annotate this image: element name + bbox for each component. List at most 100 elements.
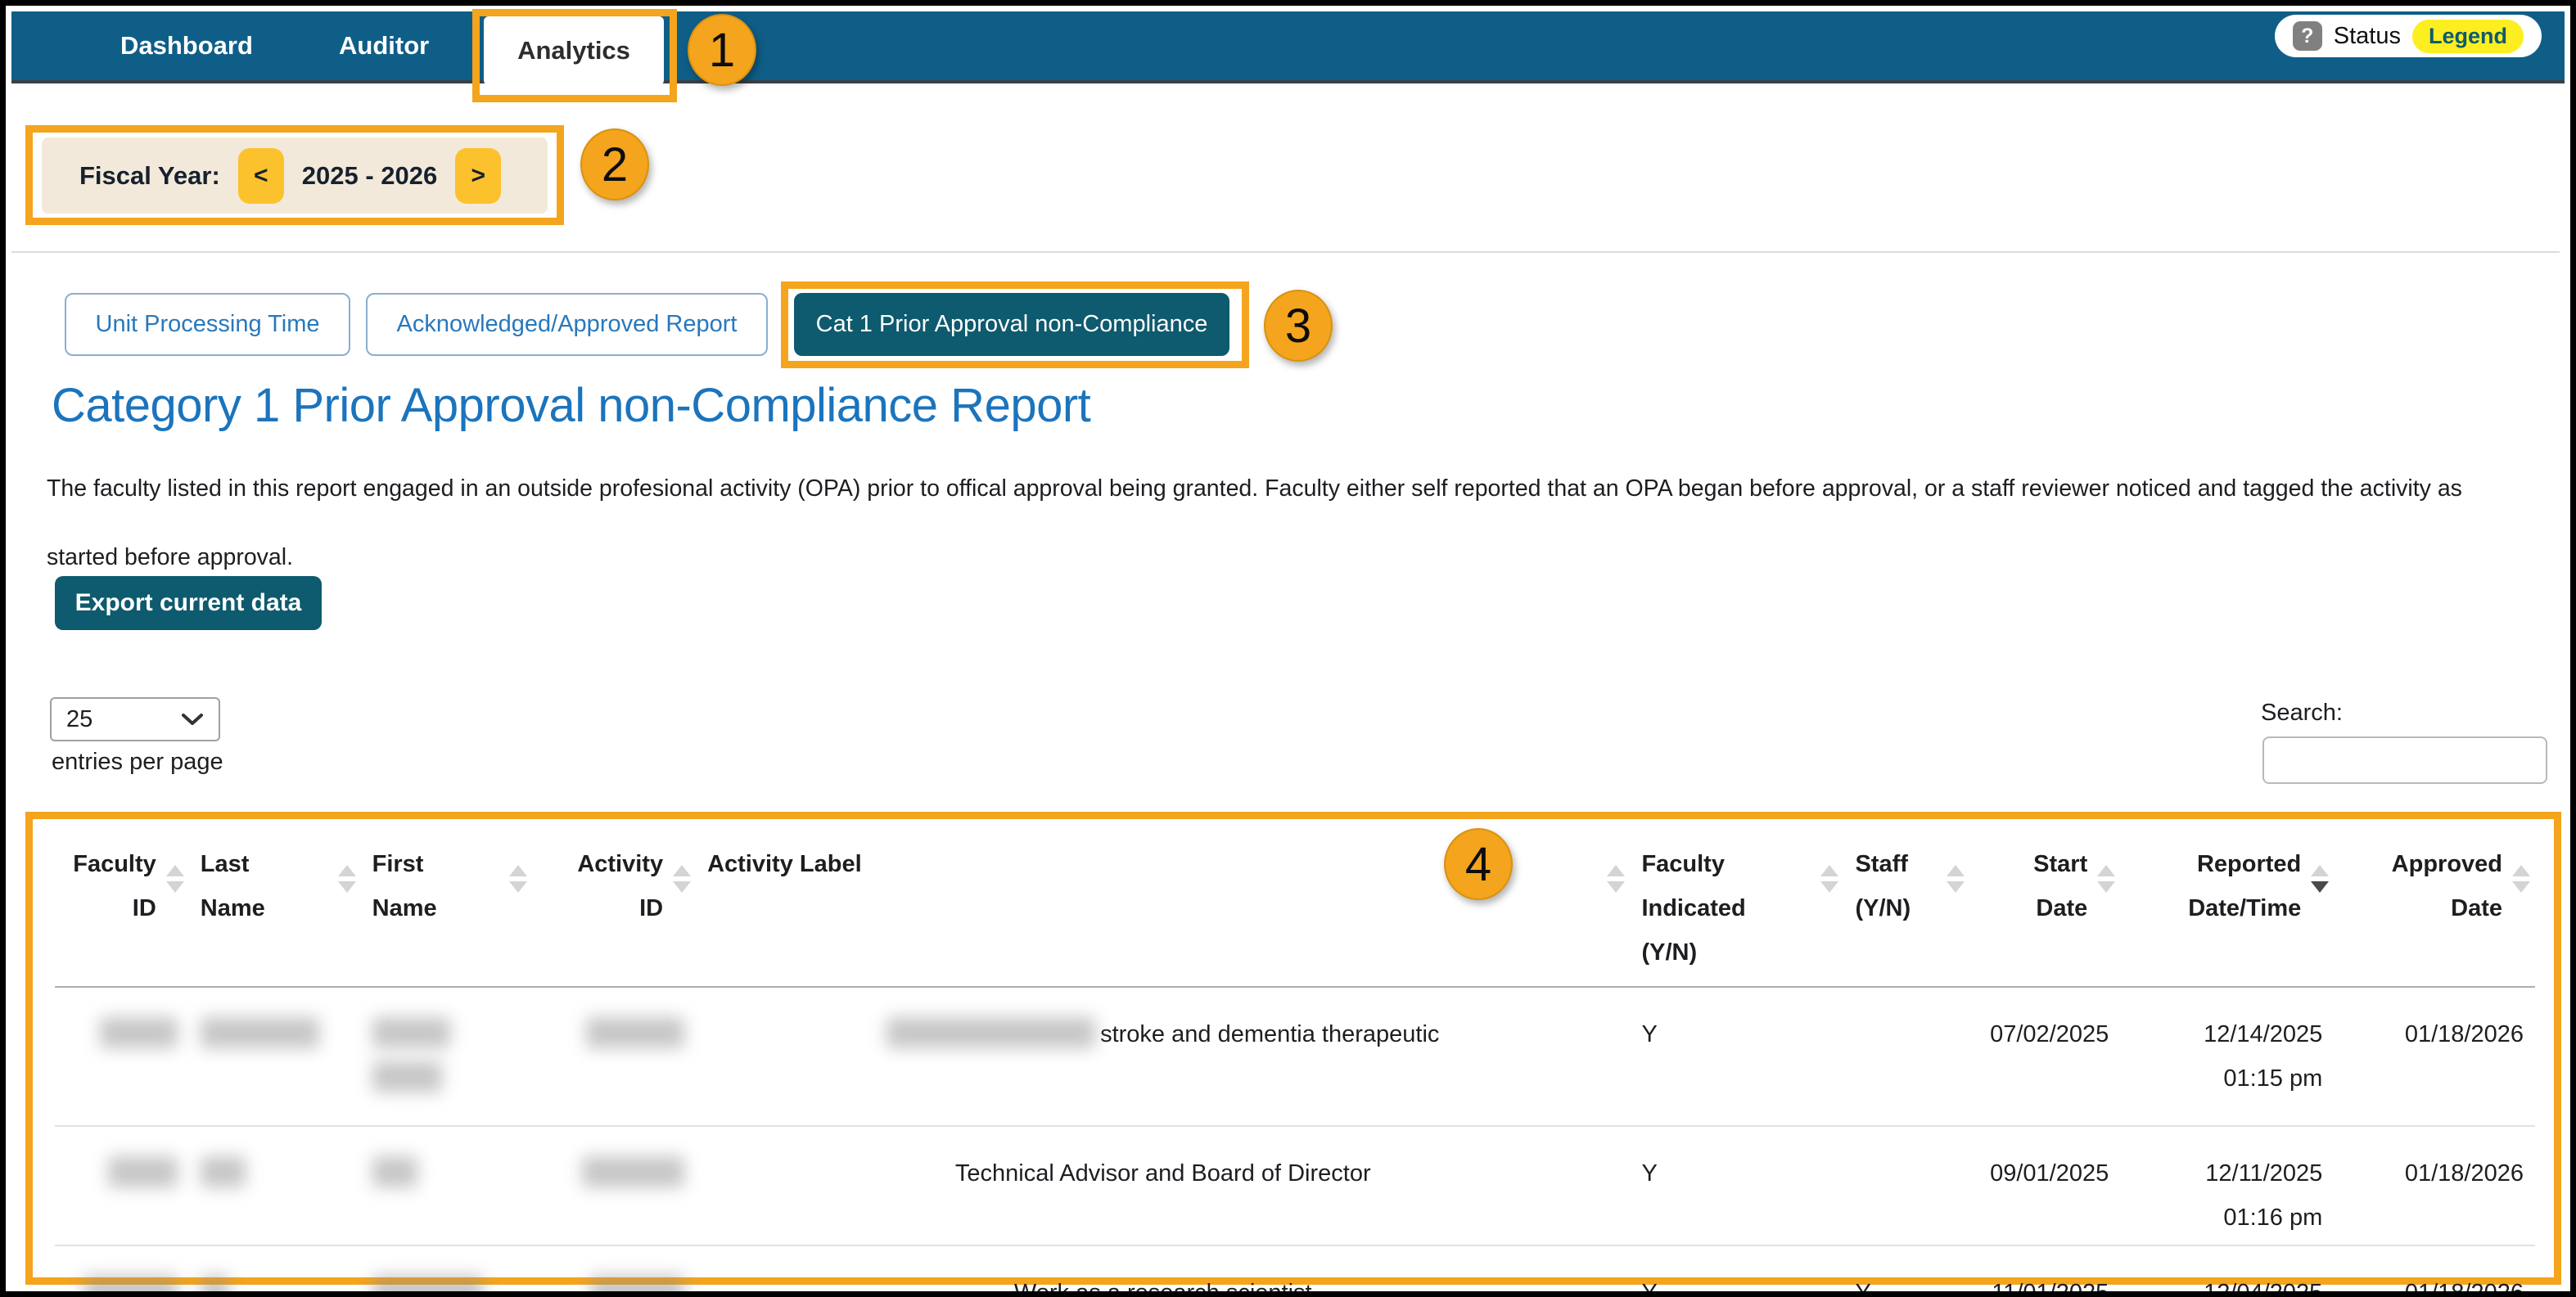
sort-icon[interactable]	[1947, 865, 1965, 893]
page-description: The faculty listed in this report engage…	[47, 454, 2498, 592]
redacted-value	[372, 1276, 483, 1297]
redacted-value	[372, 1017, 450, 1048]
fiscal-year-selector: Fiscal Year: < 2025 - 2026 >	[42, 137, 548, 214]
column-header-start-date[interactable]: Start Date	[1969, 822, 2120, 987]
table-row: stroke and dementia therapeutic Y 07/02/…	[55, 987, 2535, 1126]
header-line: Start	[1981, 842, 2087, 886]
column-header-faculty-indicated[interactable]: Faculty Indicated (Y/N)	[1630, 822, 1843, 987]
legend-badge: Legend	[2412, 20, 2524, 53]
tab-dashboard[interactable]: Dashboard	[120, 11, 253, 80]
header-line: ID	[544, 886, 663, 930]
annotation-step-3: 3	[1264, 290, 1333, 362]
column-header-first-name[interactable]: First Name	[361, 822, 533, 987]
cell-staff-indicated	[1843, 987, 1969, 1126]
sort-icon[interactable]	[673, 865, 691, 893]
cell-approved-date: 01/18/2026	[2334, 1245, 2535, 1297]
table-row: Technical Advisor and Board of Director …	[55, 1126, 2535, 1245]
report-table: Faculty ID Last Name First Name Activity…	[55, 822, 2535, 1297]
cell-start-date: 09/01/2025	[1969, 1126, 2120, 1245]
redacted-value	[586, 1017, 684, 1048]
cell-activity-label: Work as a research scientist	[696, 1245, 1630, 1297]
header-line: Date/Time	[2132, 886, 2301, 930]
redacted-value	[108, 1156, 178, 1187]
cell-faculty-indicated: Y	[1630, 1126, 1843, 1245]
cell-faculty-id	[55, 987, 189, 1126]
page-title: Category 1 Prior Approval non-Compliance…	[52, 378, 1090, 433]
export-button[interactable]: Export current data	[55, 576, 322, 630]
report-tab-acknowledged-approved[interactable]: Acknowledged/Approved Report	[366, 293, 768, 356]
cell-faculty-id	[55, 1126, 189, 1245]
header-line: Date	[2345, 886, 2502, 930]
header-line: Name	[201, 886, 350, 930]
cell-start-date: 11/01/2025	[1969, 1245, 2120, 1297]
status-button[interactable]: ? Status Legend	[2275, 15, 2542, 57]
redacted-value	[372, 1061, 442, 1092]
cell-activity-id	[532, 987, 696, 1126]
header-line: Faculty	[66, 842, 156, 886]
tab-analytics[interactable]: Analytics	[484, 16, 664, 85]
search-input[interactable]	[2262, 736, 2547, 784]
redacted-value	[372, 1156, 417, 1187]
cell-faculty-id	[55, 1245, 189, 1297]
sort-icon[interactable]	[166, 865, 184, 893]
cell-reported-datetime: 12/11/2025 01:16 pm	[2120, 1126, 2334, 1245]
column-header-activity-id[interactable]: Activity ID	[532, 822, 696, 987]
column-header-faculty-id[interactable]: Faculty ID	[55, 822, 189, 987]
reported-time: 01:16 pm	[2132, 1196, 2322, 1240]
chevron-down-icon	[181, 712, 204, 727]
reported-time: 01:15 pm	[2132, 1056, 2322, 1101]
reported-date: 12/11/2025	[2132, 1151, 2322, 1196]
header-line: Approved	[2345, 842, 2502, 886]
reported-date: 12/04/2025	[2132, 1271, 2322, 1297]
header-line: Activity	[544, 842, 663, 886]
header-line: Name	[372, 886, 521, 930]
redacted-value	[201, 1156, 246, 1187]
header-line: First	[372, 842, 521, 886]
header-line: (Y/N)	[1641, 930, 1832, 975]
fiscal-year-value: 2025 - 2026	[302, 161, 437, 191]
cell-start-date: 07/02/2025	[1969, 987, 2120, 1126]
cell-staff-indicated: Y	[1843, 1245, 1969, 1297]
report-tab-cat1-non-compliance[interactable]: Cat 1 Prior Approval non-Compliance	[794, 293, 1229, 356]
cell-faculty-indicated: Y	[1630, 1245, 1843, 1297]
header-line: (Y/N)	[1855, 886, 1958, 930]
column-header-reported-datetime[interactable]: Reported Date/Time	[2120, 822, 2334, 987]
cell-activity-label: Technical Advisor and Board of Director	[696, 1126, 1630, 1245]
sort-icon[interactable]	[1607, 865, 1625, 893]
sort-icon[interactable]	[2512, 865, 2530, 893]
cell-first-name	[361, 1126, 533, 1245]
cell-first-name	[361, 1245, 533, 1297]
fiscal-year-prev-button[interactable]: <	[238, 148, 284, 204]
section-divider	[11, 251, 2560, 253]
redacted-value	[100, 1017, 178, 1048]
page-size-select[interactable]: 25	[50, 697, 220, 741]
sort-icon[interactable]	[338, 865, 356, 893]
page-size-value: 25	[66, 706, 92, 733]
header-line: ID	[66, 886, 156, 930]
tab-auditor[interactable]: Auditor	[339, 11, 429, 80]
column-header-staff[interactable]: Staff (Y/N)	[1843, 822, 1969, 987]
report-tab-unit-processing-time[interactable]: Unit Processing Time	[65, 293, 350, 356]
reported-date: 12/14/2025	[2132, 1012, 2322, 1056]
annotation-step-4: 4	[1444, 828, 1513, 900]
header-line: Faculty	[1641, 842, 1832, 886]
header-line: Indicated	[1641, 886, 1832, 930]
sort-icon-descending[interactable]	[2311, 865, 2329, 893]
cell-reported-datetime: 12/04/2025 11:46 am	[2120, 1245, 2334, 1297]
sort-icon[interactable]	[1820, 865, 1838, 893]
column-header-last-name[interactable]: Last Name	[189, 822, 361, 987]
table-row: Work as a research scientist Y Y 11/01/2…	[55, 1245, 2535, 1297]
cell-first-name	[361, 987, 533, 1126]
app-window: Dashboard Auditor Analytics ? Status Leg…	[0, 0, 2576, 1297]
activity-label-text: stroke and dementia therapeutic	[1100, 1021, 1439, 1047]
annotation-step-2: 2	[580, 128, 649, 200]
cell-activity-label: stroke and dementia therapeutic	[696, 987, 1630, 1126]
column-header-approved-date[interactable]: Approved Date	[2334, 822, 2535, 987]
sort-icon[interactable]	[509, 865, 527, 893]
annotation-step-1: 1	[688, 14, 756, 86]
sort-icon[interactable]	[2097, 865, 2115, 893]
fiscal-year-next-button[interactable]: >	[455, 148, 501, 204]
cell-staff-indicated	[1843, 1126, 1969, 1245]
entries-per-page-label: entries per page	[52, 749, 223, 776]
redacted-value	[590, 1276, 684, 1297]
